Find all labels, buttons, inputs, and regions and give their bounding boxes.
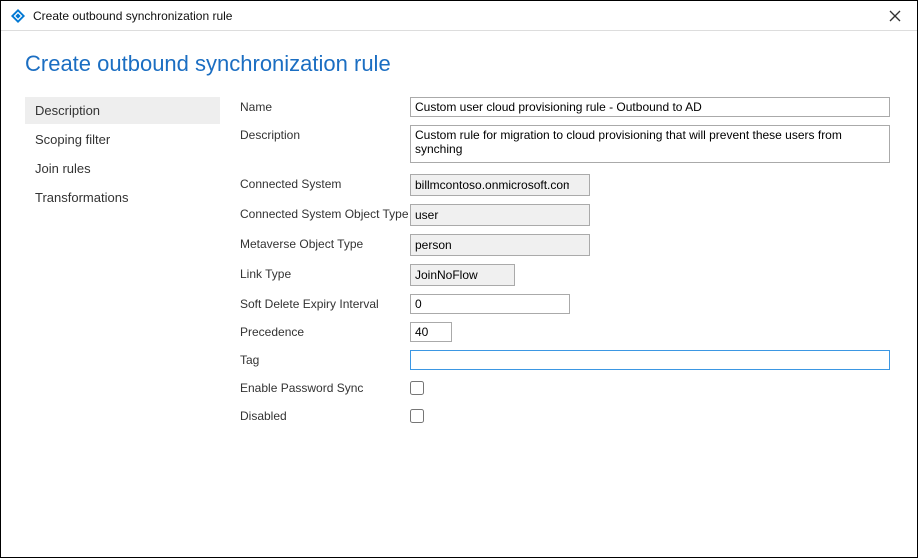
name-input[interactable] bbox=[410, 97, 890, 117]
soft-delete-input[interactable] bbox=[410, 294, 570, 314]
link-type-label: Link Type bbox=[240, 264, 410, 281]
app-icon bbox=[11, 9, 25, 23]
password-sync-label: Enable Password Sync bbox=[240, 378, 410, 395]
soft-delete-label: Soft Delete Expiry Interval bbox=[240, 294, 410, 311]
mv-object-type-label: Metaverse Object Type bbox=[240, 234, 410, 251]
precedence-input[interactable] bbox=[410, 322, 452, 342]
sidebar-item-transformations[interactable]: Transformations bbox=[25, 184, 220, 211]
description-input[interactable]: Custom rule for migration to cloud provi… bbox=[410, 125, 890, 163]
sidebar-item-scoping-filter[interactable]: Scoping filter bbox=[25, 126, 220, 153]
close-button[interactable] bbox=[883, 4, 907, 28]
password-sync-checkbox[interactable] bbox=[410, 381, 424, 395]
sidebar: Description Scoping filter Join rules Tr… bbox=[25, 97, 220, 434]
cs-object-type-label: Connected System Object Type bbox=[240, 204, 410, 221]
tag-input[interactable] bbox=[410, 350, 890, 370]
connected-system-label: Connected System bbox=[240, 174, 410, 191]
disabled-label: Disabled bbox=[240, 406, 410, 423]
cs-object-type-select[interactable]: user bbox=[410, 204, 590, 226]
titlebar: Create outbound synchronization rule bbox=[1, 1, 917, 31]
sidebar-item-join-rules[interactable]: Join rules bbox=[25, 155, 220, 182]
precedence-label: Precedence bbox=[240, 322, 410, 339]
name-label: Name bbox=[240, 97, 410, 114]
mv-object-type-select[interactable]: person bbox=[410, 234, 590, 256]
page-title: Create outbound synchronization rule bbox=[25, 51, 893, 77]
window-title: Create outbound synchronization rule bbox=[33, 9, 883, 23]
close-icon bbox=[889, 10, 901, 22]
link-type-select[interactable]: JoinNoFlow bbox=[410, 264, 515, 286]
description-label: Description bbox=[240, 125, 410, 142]
disabled-checkbox[interactable] bbox=[410, 409, 424, 423]
sidebar-item-description[interactable]: Description bbox=[25, 97, 220, 124]
connected-system-select[interactable]: billmcontoso.onmicrosoft.com - ... bbox=[410, 174, 590, 196]
tag-label: Tag bbox=[240, 350, 410, 367]
form: Name Description Custom rule for migrati… bbox=[220, 97, 893, 434]
